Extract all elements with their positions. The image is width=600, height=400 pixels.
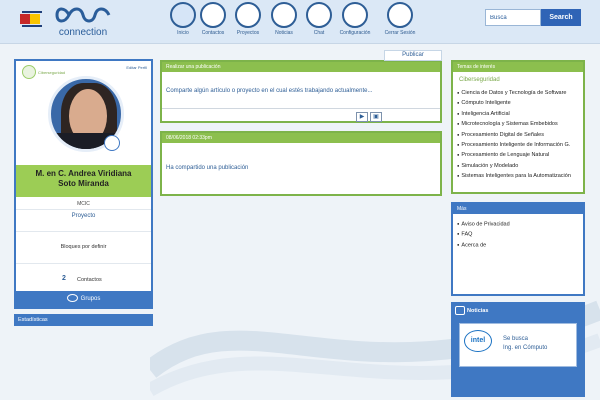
power-icon [387, 2, 413, 28]
news-line2: Ing. en Cómputo [503, 345, 548, 351]
news-header: Noticias [467, 308, 489, 314]
list-item[interactable]: Ciencia de Datos y Tecnología de Softwar… [457, 88, 571, 98]
list-item[interactable]: Cómputo Inteligente [457, 98, 571, 108]
search-button[interactable]: Search [541, 9, 581, 26]
profile-card: Ciberseguridad Editar Perfil M. en C. An… [14, 59, 153, 309]
news-line1: Se busca [503, 336, 529, 342]
interest-list: Ciencia de Datos y Tecnología de Softwar… [457, 88, 571, 182]
list-item[interactable]: Microtecnología y Sistemas Embebidos [457, 119, 571, 129]
nav-noticias[interactable]: Noticias [264, 2, 304, 42]
list-item[interactable]: Sistemas Inteligentes para la Automatiza… [457, 171, 570, 181]
search-input[interactable] [485, 9, 541, 26]
nav-configuracion[interactable]: Configuración [335, 2, 375, 42]
edit-profile-link[interactable]: Editar Perfil [126, 65, 147, 70]
ciberseguridad-logo [22, 65, 36, 79]
more-header: Más [453, 204, 583, 214]
contacts-count[interactable]: 2 [62, 275, 66, 282]
interests-header: Temas de interés [453, 62, 583, 72]
news-card[interactable]: intel Se busca Ing. en Cómputo [459, 323, 577, 367]
top-header: connection Inicio Contactos Proyectos No… [0, 0, 600, 44]
divider [16, 231, 151, 232]
news-icon [455, 306, 465, 315]
list-item[interactable]: Procesamiento de Lenguaje Natural [457, 150, 571, 160]
nav-label: Contactos [201, 30, 225, 36]
publish-button[interactable]: Publicar [384, 50, 442, 61]
intel-logo: intel [464, 330, 492, 352]
nav-proyectos[interactable]: Proyectos [228, 2, 268, 42]
list-item[interactable]: Simulación y Modelado [457, 161, 571, 171]
privacy-link[interactable]: Aviso de Privacidad [457, 219, 579, 229]
brand-name: connection [58, 27, 108, 38]
university-logo [18, 6, 46, 32]
divider [16, 209, 151, 210]
timeline-post: 08/06/2018 02:33pm Ha compartido una pub… [160, 131, 442, 196]
about-link[interactable]: Acerca de [457, 240, 579, 250]
profile-name: M. en C. Andrea Viridiana Soto Miranda [16, 165, 151, 197]
nav-chat[interactable]: Chat [299, 2, 339, 42]
project-link[interactable]: Proyecto [16, 213, 151, 219]
divider [162, 108, 440, 109]
contacts-icon [200, 2, 226, 28]
timeline-post-header: 08/06/2018 02:33pm [162, 133, 440, 143]
interest-main: Ciberseguridad [459, 77, 500, 83]
divider [16, 263, 151, 264]
more-list: Aviso de Privacidad FAQ Acerca de [453, 214, 583, 255]
change-photo-button[interactable] [104, 135, 120, 151]
news-panel: Noticias intel Se busca Ing. en Cómputo [451, 302, 585, 397]
chat-icon [306, 2, 332, 28]
list-item[interactable]: Procesamiento Digital de Señales [457, 130, 571, 140]
blocked-text: Bloques por definir [60, 244, 107, 250]
play-video-button[interactable]: ▶ [356, 112, 368, 122]
nav-label: Chat [313, 30, 325, 36]
list-item[interactable]: Procesamiento Inteligente de Información… [457, 140, 571, 150]
groups-button[interactable]: Grupos [16, 291, 151, 307]
nav-label: Proyectos [236, 30, 260, 36]
program-label: MCIC [77, 201, 90, 207]
timeline-message[interactable]: Ha compartido una publicación [166, 165, 248, 171]
mini-logo-text: Ciberseguridad [38, 70, 66, 75]
nav-contactos[interactable]: Contactos [193, 2, 233, 42]
interests-panel: Temas de interés Ciberseguridad Ciencia … [451, 60, 585, 194]
contacts-label[interactable]: Contactos [77, 277, 102, 283]
projects-icon [235, 2, 261, 28]
connection-logo: connection [55, 3, 111, 39]
news-icon [271, 2, 297, 28]
faq-link[interactable]: FAQ [457, 229, 579, 239]
post-input[interactable]: Comparte algún artículo o proyecto en el… [166, 88, 372, 94]
nav-cerrar-sesion[interactable]: Cerrar Sesión [380, 2, 420, 42]
profile-top: Ciberseguridad Editar Perfil [16, 61, 151, 169]
gear-icon [342, 2, 368, 28]
list-item[interactable]: Inteligencia Artificial [457, 109, 571, 119]
nav-label: Configuración [339, 30, 371, 36]
name-line2: Soto Miranda [58, 179, 109, 188]
groups-icon [66, 294, 78, 303]
nav-label: Cerrar Sesión [384, 30, 416, 36]
more-panel: Más Aviso de Privacidad FAQ Acerca de [451, 202, 585, 296]
name-line1: M. en C. Andrea Viridiana [35, 169, 132, 178]
attach-image-button[interactable]: ▣ [370, 112, 382, 122]
groups-label: Grupos [80, 296, 101, 302]
statistics-bar[interactable]: Estadísticas [14, 314, 153, 326]
post-box: Realizar una publicación Comparte algún … [160, 60, 442, 123]
nav-label: Noticias [275, 30, 293, 36]
post-box-header: Realizar una publicación [162, 62, 440, 72]
